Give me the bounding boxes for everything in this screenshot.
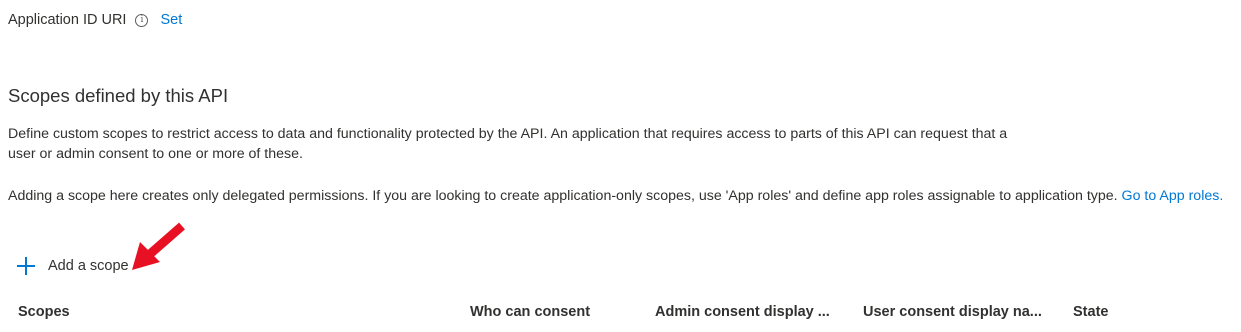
application-id-uri-row: Application ID URI i Set [8,10,182,30]
add-scope-button[interactable]: Add a scope [16,256,129,276]
set-application-id-uri-link[interactable]: Set [160,10,182,30]
scopes-table-header: Scopes Who can consent Admin consent dis… [0,300,1241,326]
application-id-uri-label: Application ID URI [8,12,127,28]
delegated-note-text: Adding a scope here creates only delegat… [8,188,1118,204]
scopes-description: Define custom scopes to restrict access … [8,126,1008,162]
column-header-who-can-consent[interactable]: Who can consent [470,304,590,320]
column-header-scopes[interactable]: Scopes [18,304,70,320]
column-header-admin-consent-display-name[interactable]: Admin consent display ... [655,304,830,320]
go-to-app-roles-link[interactable]: Go to App roles. [1122,188,1224,204]
scopes-section-title: Scopes defined by this API [8,85,229,106]
add-scope-label: Add a scope [48,258,129,274]
red-arrow-icon [132,222,185,270]
column-header-state[interactable]: State [1073,304,1108,320]
expose-an-api-page: Application ID URI i Set Scopes defined … [0,0,1241,332]
info-icon-glyph: i [140,14,144,25]
column-header-user-consent-display-name[interactable]: User consent display na... [863,304,1042,320]
delegated-permissions-note: Adding a scope here creates only delegat… [8,186,1240,206]
info-icon[interactable]: i [135,13,149,27]
plus-icon [16,256,36,276]
